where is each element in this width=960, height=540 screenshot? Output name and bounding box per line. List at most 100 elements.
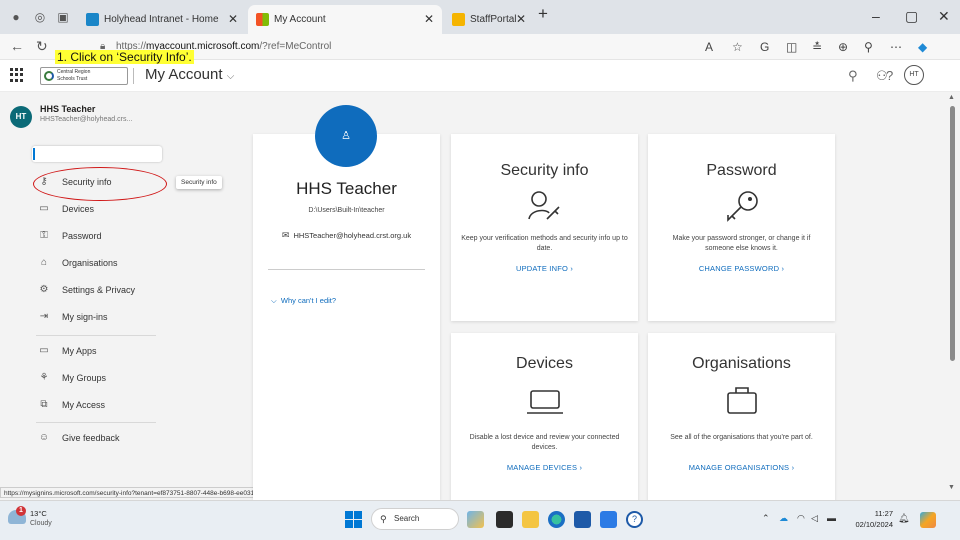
scroll-thumb[interactable] <box>950 106 955 361</box>
read-aloud-icon[interactable]: A <box>705 40 713 54</box>
maximize-icon[interactable]: ▢ <box>905 8 918 25</box>
close-tab-icon[interactable]: ✕ <box>228 5 238 34</box>
manage-organisations-link[interactable]: MANAGE ORGANISATIONS › <box>648 463 835 472</box>
taskbar: 1 13°C Cloudy ⚲ Search ? ⌃ ☁ ◠ ◁ ▬ 11:27… <box>0 500 960 540</box>
clock-date[interactable]: 02/10/2024 <box>845 520 893 529</box>
tab-actions-icon[interactable]: ▣ <box>56 10 70 24</box>
apps-icon: ▭ <box>39 345 49 356</box>
notification-bell-icon[interactable]: 🔔︎ <box>898 513 909 524</box>
briefcase-icon <box>648 383 835 420</box>
profile-avatar[interactable]: ♙ <box>315 105 377 167</box>
file-explorer-icon[interactable] <box>522 511 539 528</box>
copilot-taskbar-icon[interactable] <box>920 512 936 528</box>
chevron-right-icon: › <box>791 463 795 472</box>
link-text: MANAGE ORGANISATIONS <box>688 463 790 472</box>
more-options-icon[interactable]: ⋯ <box>890 40 902 54</box>
favorites-icon[interactable]: ≛ <box>812 40 822 54</box>
sidebar-item-label: Give feedback <box>62 433 120 443</box>
weather-badge: 1 <box>16 506 26 516</box>
back-icon[interactable]: ← <box>10 38 24 54</box>
tile-title: Security info <box>500 162 589 179</box>
split-screen-icon[interactable]: ◫ <box>786 40 797 54</box>
header-avatar[interactable]: HT <box>904 65 924 85</box>
instruction-callout: 1. Click on ‘Security Info’. <box>55 50 194 64</box>
link-text: MANAGE DEVICES <box>506 463 578 472</box>
wifi-icon[interactable]: ◠ <box>797 513 805 524</box>
sidebar-item-my-sign-ins[interactable]: ⇥ My sign-ins <box>32 307 192 327</box>
update-info-link[interactable]: UPDATE INFO › <box>451 264 638 273</box>
refresh-icon[interactable]: ↻ <box>36 38 48 55</box>
tile-title: Devices <box>516 355 573 372</box>
staffportal-favicon-icon <box>452 13 465 26</box>
tile-title: Password <box>706 162 777 179</box>
sidebar-item-overview[interactable] <box>32 146 162 162</box>
tab-staffportal[interactable]: StaffPortal ✕ <box>444 5 534 34</box>
sign-in-icon: ⇥ <box>39 311 49 322</box>
security-key-icon <box>451 189 638 224</box>
close-tab-icon[interactable]: ✕ <box>424 5 434 34</box>
sidebar-divider <box>36 422 156 423</box>
microsoft-favicon-icon <box>256 13 269 26</box>
widgets-app-icon[interactable] <box>467 511 484 528</box>
user-email: HHSTeacher@holyhead.crs... <box>40 116 133 123</box>
workspaces-icon[interactable]: ◎ <box>33 10 47 24</box>
tile-description: Disable a lost device and review your co… <box>469 434 620 451</box>
favorite-star-icon[interactable]: ☆ <box>732 40 743 54</box>
battery-icon[interactable]: ▬ <box>827 513 836 523</box>
edge-browser-icon[interactable] <box>548 511 565 528</box>
close-tab-icon[interactable]: ✕ <box>516 5 526 34</box>
profile-icon[interactable]: ● <box>9 10 23 24</box>
sidebar-item-give-feedback[interactable]: ☺ Give feedback <box>32 428 192 448</box>
tab-holyhead-intranet[interactable]: Holyhead Intranet - Home ✕ <box>78 5 246 34</box>
devices-tile: Devices Disable a lost device and review… <box>451 333 638 520</box>
sidebar-item-devices[interactable]: ▭ Devices <box>32 199 192 219</box>
app-title[interactable]: My Account ⌵ <box>145 66 234 83</box>
scroll-up-icon[interactable]: ▲ <box>948 94 955 101</box>
browser-tab-bar: ● ◎ ▣ Holyhead Intranet - Home ✕ My Acco… <box>0 0 960 34</box>
why-cant-i-edit-link[interactable]: ⌵ Why can't I edit? <box>271 296 336 306</box>
task-view-icon[interactable] <box>496 511 513 528</box>
minimize-icon[interactable]: – <box>872 8 880 24</box>
onedrive-icon[interactable]: ☁ <box>779 513 788 524</box>
sidebar-item-organisations[interactable]: ⌂ Organisations <box>32 253 192 273</box>
sidebar-item-my-access[interactable]: ⧉ My Access <box>32 395 192 415</box>
app-launcher-icon[interactable] <box>10 68 24 82</box>
sidebar-item-my-apps[interactable]: ▭ My Apps <box>32 341 192 361</box>
organisation-logo[interactable]: Central Region Schools Trust <box>40 67 128 85</box>
scroll-down-icon[interactable]: ▼ <box>948 484 955 491</box>
sidebar-item-password[interactable]: ⚿ Password <box>32 226 192 246</box>
store-app-icon[interactable] <box>574 511 591 528</box>
sidebar-item-label: My Groups <box>62 373 107 383</box>
help-app-icon[interactable]: ? <box>626 511 643 528</box>
sidebar-item-my-groups[interactable]: ⚘ My Groups <box>32 368 192 388</box>
gear-icon: ⚙ <box>39 284 49 295</box>
extensions-icon[interactable]: ⚲ <box>864 40 873 54</box>
new-tab-icon[interactable]: + <box>538 4 548 24</box>
mail-icon: ✉ <box>281 230 290 240</box>
start-button[interactable] <box>345 511 362 528</box>
search-icon: ⚲ <box>380 514 387 524</box>
user-name: HHS Teacher <box>40 104 96 114</box>
tab-my-account[interactable]: My Account ✕ <box>248 5 442 34</box>
edge-copilot-icon[interactable]: ◆ <box>918 40 927 54</box>
taskbar-search[interactable]: ⚲ Search <box>371 508 459 530</box>
mail-app-icon[interactable] <box>600 511 617 528</box>
collections-icon[interactable]: ⊕ <box>838 40 848 54</box>
logo-line1: Central Region <box>57 69 91 75</box>
sidebar-item-settings-privacy[interactable]: ⚙ Settings & Privacy <box>32 280 192 300</box>
manage-devices-link[interactable]: MANAGE DEVICES › <box>451 463 638 472</box>
tab-title: My Account <box>274 14 326 25</box>
close-window-icon[interactable]: ✕ <box>938 8 950 25</box>
password-tile: Password Make your password stronger, or… <box>648 134 835 321</box>
clock-time[interactable]: 11:27 <box>865 509 893 518</box>
security-info-tile: Security info Keep your verification met… <box>451 134 638 321</box>
copilot-icon[interactable]: G <box>760 40 769 54</box>
volume-icon[interactable]: ◁ <box>811 513 818 524</box>
chevron-up-icon[interactable]: ⌃ <box>762 513 770 524</box>
tab-title: StaffPortal <box>470 14 517 25</box>
chevron-right-icon: › <box>570 264 574 273</box>
org-explorer-icon[interactable]: ⚲ <box>848 68 858 84</box>
page-scrollbar[interactable]: ▲ ▼ <box>945 92 960 495</box>
help-icon[interactable]: ? <box>886 68 893 83</box>
change-password-link[interactable]: CHANGE PASSWORD › <box>648 264 835 273</box>
